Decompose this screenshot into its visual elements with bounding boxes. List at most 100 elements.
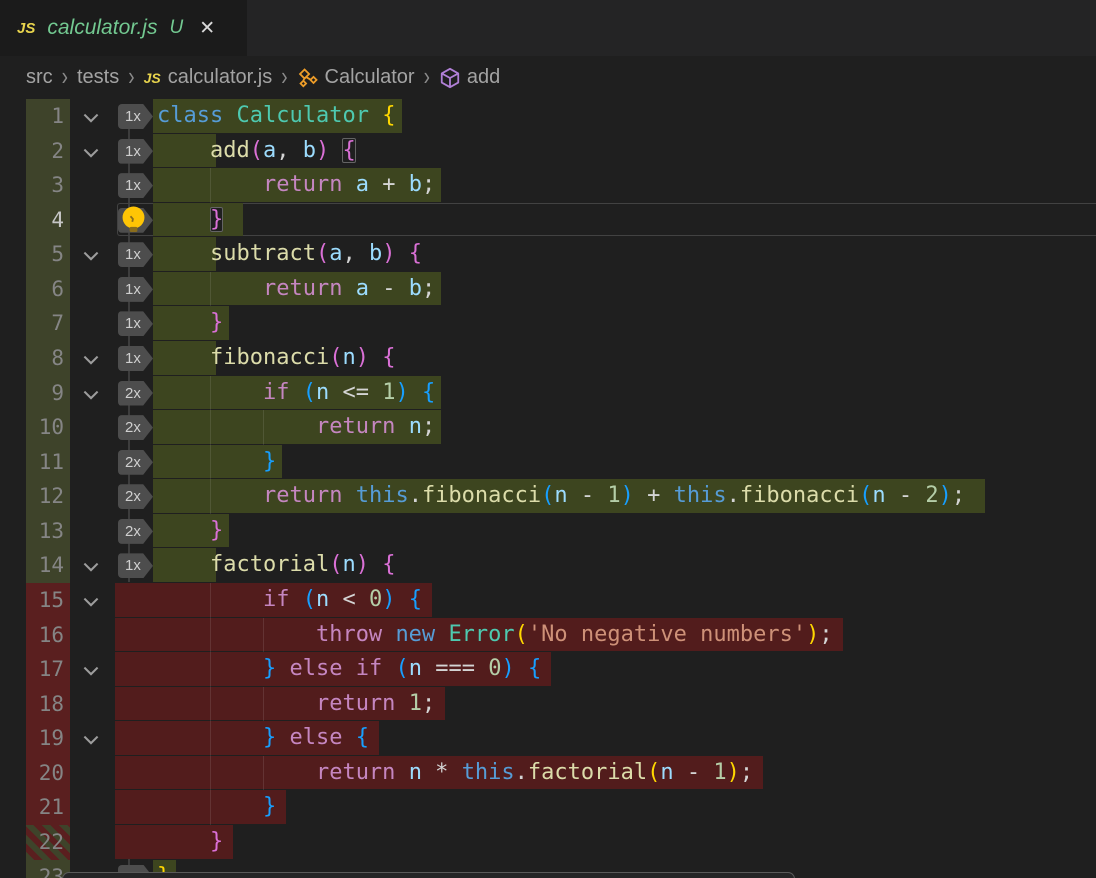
execution-count-badge: 2x (118, 381, 153, 406)
line-number[interactable]: 2 (26, 134, 64, 169)
line-number[interactable]: 6 (26, 272, 64, 307)
line-number[interactable]: 15 (26, 583, 64, 618)
line-number[interactable]: 8 (26, 341, 64, 376)
code-line-20[interactable]: 20 return n * this.factorial(n - 1); (0, 756, 1096, 791)
fold-chevron-down-icon[interactable] (80, 591, 102, 613)
breadcrumb-method[interactable]: add (439, 66, 500, 89)
code-line-13[interactable]: 132x } (0, 514, 1096, 549)
code-text[interactable]: } else { (157, 721, 369, 756)
line-number[interactable]: 1 (26, 99, 64, 134)
code-text[interactable]: if (n <= 1) { (157, 376, 435, 411)
close-icon[interactable]: ✕ (199, 17, 215, 40)
code-text[interactable]: return this.fibonacci(n - 1) + this.fibo… (157, 479, 965, 514)
code-line-9[interactable]: 9 2x if (n <= 1) { (0, 376, 1096, 411)
code-line-10[interactable]: 10 2x return n; (0, 410, 1096, 445)
code-text[interactable]: return n; (157, 410, 435, 445)
code-line-12[interactable]: 122x return this.fibonacci(n - 1) + this… (0, 479, 1096, 514)
code-text[interactable]: } else if (n === 0) { (157, 652, 541, 687)
line-number[interactable]: 20 (26, 756, 64, 791)
breadcrumb-label: Calculator (325, 66, 415, 89)
js-file-icon: JS (17, 20, 35, 37)
fold-chevron-down-icon[interactable] (80, 245, 102, 267)
code-text[interactable]: } (157, 514, 223, 549)
git-status-badge: U (169, 17, 183, 39)
breadcrumb-class[interactable]: Calculator (297, 66, 415, 89)
tab-filename: calculator.js (47, 16, 157, 40)
code-line-22[interactable]: 22 } (0, 825, 1096, 860)
execution-count-badge: 1x (118, 277, 153, 302)
symbol-method-icon (439, 67, 461, 89)
code-text[interactable]: class Calculator { (157, 99, 395, 134)
code-text[interactable]: add(a, b) { (157, 134, 356, 169)
bracket-match-highlight: { (342, 138, 355, 163)
execution-count-badge: 2x (118, 415, 153, 440)
line-number[interactable]: 3 (26, 168, 64, 203)
code-line-21[interactable]: 21 } (0, 790, 1096, 825)
code-text[interactable]: } (157, 445, 276, 480)
breadcrumb-src[interactable]: src (26, 66, 53, 89)
code-text[interactable]: return a - b; (157, 272, 435, 307)
line-number[interactable]: 10 (26, 410, 64, 445)
code-text[interactable]: } (157, 306, 223, 341)
execution-count-badge: 1x (118, 104, 153, 129)
line-number[interactable]: 23 (26, 860, 64, 878)
fold-chevron-down-icon[interactable] (80, 349, 102, 371)
code-text[interactable]: } (157, 825, 223, 860)
code-line-16[interactable]: 16 throw new Error('No negative numbers'… (0, 618, 1096, 653)
code-line-6[interactable]: 6 1x return a - b; (0, 272, 1096, 307)
code-line-1[interactable]: 1 1xclass Calculator { (0, 99, 1096, 134)
code-text[interactable]: throw new Error('No negative numbers'); (157, 618, 833, 653)
code-text[interactable]: } (157, 203, 223, 238)
line-number[interactable]: 21 (26, 790, 64, 825)
code-line-5[interactable]: 51x subtract(a, b) { (0, 237, 1096, 272)
code-line-14[interactable]: 141x factorial(n) { (0, 548, 1096, 583)
code-text[interactable]: subtract(a, b) { (157, 237, 422, 272)
breadcrumb-label: calculator.js (168, 66, 273, 89)
execution-count-badge: 1x (118, 173, 153, 198)
code-text[interactable]: fibonacci(n) { (157, 341, 395, 376)
line-number[interactable]: 22 (26, 825, 64, 860)
fold-chevron-down-icon[interactable] (80, 107, 102, 129)
fold-chevron-down-icon[interactable] (80, 729, 102, 751)
code-text[interactable]: if (n < 0) { (157, 583, 422, 618)
code-text[interactable]: return 1; (157, 687, 435, 722)
breadcrumb: src › tests › JS calculator.js › Calcula… (0, 56, 1096, 99)
fold-chevron-down-icon[interactable] (80, 384, 102, 406)
code-line-3[interactable]: 3 1x return a + b; (0, 168, 1096, 203)
code-line-19[interactable]: 19 } else { (0, 721, 1096, 756)
tab-bar: JS calculator.js U ✕ (0, 0, 1096, 56)
code-line-17[interactable]: 17 } else if (n === 0) { (0, 652, 1096, 687)
code-line-8[interactable]: 81x fibonacci(n) { (0, 341, 1096, 376)
line-number[interactable]: 11 (26, 445, 64, 480)
tab-calculator-js[interactable]: JS calculator.js U ✕ (0, 0, 247, 56)
code-line-11[interactable]: 112x } (0, 445, 1096, 480)
line-number[interactable]: 17 (26, 652, 64, 687)
line-number[interactable]: 5 (26, 237, 64, 272)
line-number[interactable]: 13 (26, 514, 64, 549)
code-line-4[interactable]: 41x } (0, 203, 1096, 238)
breadcrumb-tests[interactable]: tests (77, 66, 119, 89)
chevron-right-icon: › (62, 63, 68, 93)
fold-chevron-down-icon[interactable] (80, 142, 102, 164)
line-number[interactable]: 16 (26, 618, 64, 653)
line-number[interactable]: 4 (26, 203, 64, 238)
line-number[interactable]: 9 (26, 376, 64, 411)
line-number[interactable]: 14 (26, 548, 64, 583)
code-text[interactable]: return n * this.factorial(n - 1); (157, 756, 753, 791)
code-line-2[interactable]: 21x add(a, b) { (0, 134, 1096, 169)
line-number[interactable]: 7 (26, 306, 64, 341)
code-text[interactable]: } (157, 790, 276, 825)
fold-chevron-down-icon[interactable] (80, 556, 102, 578)
code-line-7[interactable]: 71x } (0, 306, 1096, 341)
code-line-15[interactable]: 15 if (n < 0) { (0, 583, 1096, 618)
lightbulb-quickfix-icon[interactable] (120, 205, 147, 240)
code-text[interactable]: factorial(n) { (157, 548, 395, 583)
line-number[interactable]: 12 (26, 479, 64, 514)
breadcrumb-label: src (26, 66, 53, 89)
code-line-18[interactable]: 18 return 1; (0, 687, 1096, 722)
fold-chevron-down-icon[interactable] (80, 660, 102, 682)
line-number[interactable]: 19 (26, 721, 64, 756)
code-text[interactable]: return a + b; (157, 168, 435, 203)
line-number[interactable]: 18 (26, 687, 64, 722)
breadcrumb-file[interactable]: JS calculator.js (144, 66, 273, 89)
